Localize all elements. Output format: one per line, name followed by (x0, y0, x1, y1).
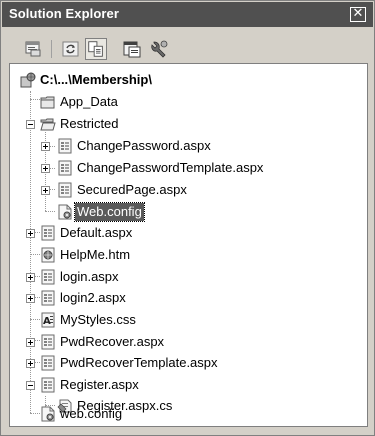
web-project-icon (20, 72, 36, 88)
config-file-icon (58, 204, 72, 220)
tree-item-web-config[interactable]: web.config (10, 403, 367, 425)
aspx-page-icon (41, 225, 55, 241)
title-bar: Solution Explorer ✕ (2, 2, 373, 27)
toolbar-separator (51, 40, 52, 58)
expand-toggle[interactable] (26, 359, 35, 368)
tree-item-label: Web.config (74, 202, 145, 222)
tree-item-pwdrecovertemplate-aspx[interactable]: PwdRecoverTemplate.aspx (10, 352, 367, 374)
toolbar (2, 27, 373, 61)
aspx-page-icon (41, 269, 55, 285)
collapse-toggle[interactable] (26, 381, 35, 390)
aspx-page-icon (41, 334, 55, 350)
expand-toggle[interactable] (26, 229, 35, 238)
asp-net-configuration-button[interactable] (149, 38, 171, 60)
tree-item-label: HelpMe.htm (60, 247, 131, 262)
tree-root-node[interactable]: C:\...\Membership\ (10, 69, 367, 91)
expand-toggle[interactable] (26, 273, 35, 282)
tree-item-label: ChangePasswordTemplate.aspx (77, 160, 264, 175)
tree-item-label: ChangePassword.aspx (77, 138, 211, 153)
aspx-page-icon (58, 160, 72, 176)
aspx-page-icon (41, 290, 55, 306)
tree-item-label: SecuredPage.aspx (77, 182, 187, 197)
nest-related-files-button[interactable] (85, 38, 107, 60)
asp-net-configuration-icon (151, 40, 168, 58)
tree-item-label: App_Data (60, 94, 118, 109)
tree-item-login-aspx[interactable]: login.aspx (10, 266, 367, 288)
tree-item-restricted-web-config[interactable]: Web.config (10, 201, 367, 223)
tree-item-label: PwdRecover.aspx (60, 334, 165, 349)
expand-toggle[interactable] (41, 142, 50, 151)
aspx-page-icon (41, 377, 55, 393)
nest-related-files-icon (88, 41, 103, 57)
refresh-icon (62, 41, 79, 57)
tree-item-login2-aspx[interactable]: login2.aspx (10, 287, 367, 309)
refresh-button[interactable] (60, 38, 82, 60)
tree-item-app-data[interactable]: App_Data (10, 91, 367, 113)
tree-item-label: Default.aspx (60, 225, 133, 240)
tree-item-register-aspx[interactable]: Register.aspx (10, 374, 367, 396)
tree-item-label: Restricted (60, 116, 119, 131)
aspx-page-icon (58, 182, 72, 198)
solution-tree[interactable]: C:\...\Membership\ App_Data Restricted C… (9, 63, 368, 427)
tree-item-label: PwdRecoverTemplate.aspx (60, 355, 218, 370)
svg-text:A: A (43, 316, 51, 327)
tree-item-mystyles-css[interactable]: A MyStyles.css (10, 309, 367, 331)
collapse-toggle[interactable] (26, 120, 35, 129)
tree-item-default-aspx[interactable]: Default.aspx (10, 222, 367, 244)
aspx-page-icon (58, 138, 72, 154)
tree-item-label: login.aspx (60, 269, 119, 284)
view-code-button[interactable] (121, 38, 143, 60)
expand-toggle[interactable] (26, 294, 35, 303)
tree-item-restricted[interactable]: Restricted (10, 113, 367, 135)
config-file-icon (41, 406, 55, 422)
tree-item-label: web.config (60, 406, 123, 421)
aspx-page-icon (41, 355, 55, 371)
tree-root-label: C:\...\Membership\ (40, 72, 152, 87)
open-folder-icon (40, 118, 56, 131)
expand-toggle[interactable] (41, 186, 50, 195)
view-code-icon (123, 41, 141, 58)
tree-item-label: MyStyles.css (60, 312, 136, 327)
tree-item-pwdrecover-aspx[interactable]: PwdRecover.aspx (10, 331, 367, 353)
stylesheet-icon: A (41, 312, 55, 328)
solution-explorer-window: Solution Explorer ✕ C:\...\Membership\ A… (0, 0, 375, 436)
tree-item-changepassword-aspx[interactable]: ChangePassword.aspx (10, 135, 367, 157)
tree-item-helpme-htm[interactable]: HelpMe.htm (10, 244, 367, 266)
tree-item-securedpage-aspx[interactable]: SecuredPage.aspx (10, 179, 367, 201)
tree-item-label: login2.aspx (60, 290, 126, 305)
properties-button[interactable] (22, 38, 44, 60)
html-page-icon (41, 247, 55, 263)
properties-icon (25, 41, 41, 57)
expand-toggle[interactable] (26, 338, 35, 347)
folder-icon (40, 96, 55, 109)
tree-item-label: Register.aspx (60, 377, 139, 392)
window-title: Solution Explorer (9, 6, 120, 21)
tree-item-changepasswordtemplate-aspx[interactable]: ChangePasswordTemplate.aspx (10, 157, 367, 179)
close-icon: ✕ (352, 6, 364, 21)
close-button[interactable]: ✕ (350, 7, 366, 22)
expand-toggle[interactable] (41, 164, 50, 173)
